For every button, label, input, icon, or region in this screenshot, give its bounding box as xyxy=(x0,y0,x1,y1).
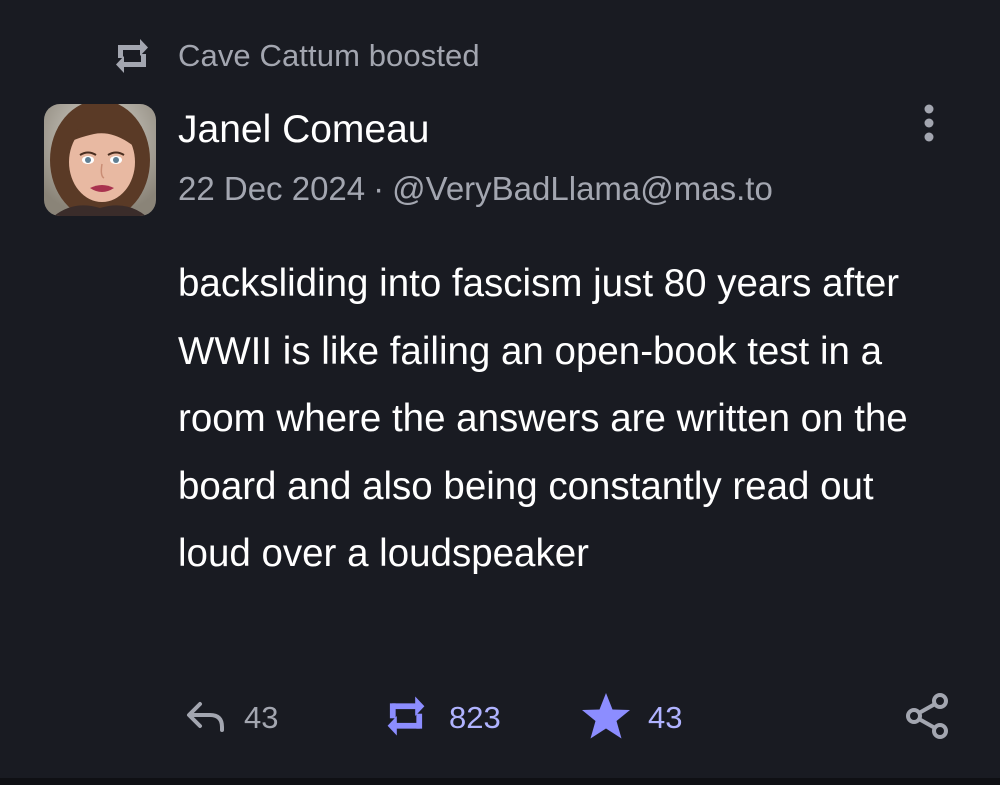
status-date[interactable]: 22 Dec 2024 xyxy=(178,170,365,207)
favourite-button[interactable]: 43 xyxy=(580,690,682,746)
reply-count: 43 xyxy=(244,700,279,735)
action-bar: 43 823 43 xyxy=(0,690,1000,746)
share-icon xyxy=(904,692,950,745)
reblog-icon xyxy=(383,693,429,744)
meta-separator: · xyxy=(373,170,385,207)
reblog-count: 823 xyxy=(449,700,501,735)
more-vertical-icon xyxy=(922,103,936,148)
boosted-by-header[interactable]: Cave Cattum boosted xyxy=(112,34,480,78)
divider xyxy=(0,778,1000,785)
reblog-button[interactable]: 823 xyxy=(383,690,501,746)
author-handle[interactable]: @VeryBadLlama@mas.to xyxy=(392,170,773,207)
author-display-name[interactable]: Janel Comeau xyxy=(178,108,429,152)
status-content: backsliding into fascism just 80 years a… xyxy=(178,250,948,588)
share-button[interactable] xyxy=(904,690,950,746)
boost-icon xyxy=(112,36,152,76)
reply-button[interactable]: 43 xyxy=(184,690,278,746)
status-card[interactable]: Cave Cattum boosted Janel Comeau 22 Dec … xyxy=(0,0,1000,785)
star-icon xyxy=(580,691,632,746)
more-options-button[interactable] xyxy=(906,102,952,148)
status-text: backsliding into fascism just 80 years a… xyxy=(178,262,908,575)
reply-icon xyxy=(184,699,228,738)
boosted-by-text: Cave Cattum boosted xyxy=(178,38,480,73)
avatar[interactable] xyxy=(44,104,156,216)
favourite-count: 43 xyxy=(648,700,683,735)
status-meta: 22 Dec 2024 · @VeryBadLlama@mas.to xyxy=(178,170,773,208)
